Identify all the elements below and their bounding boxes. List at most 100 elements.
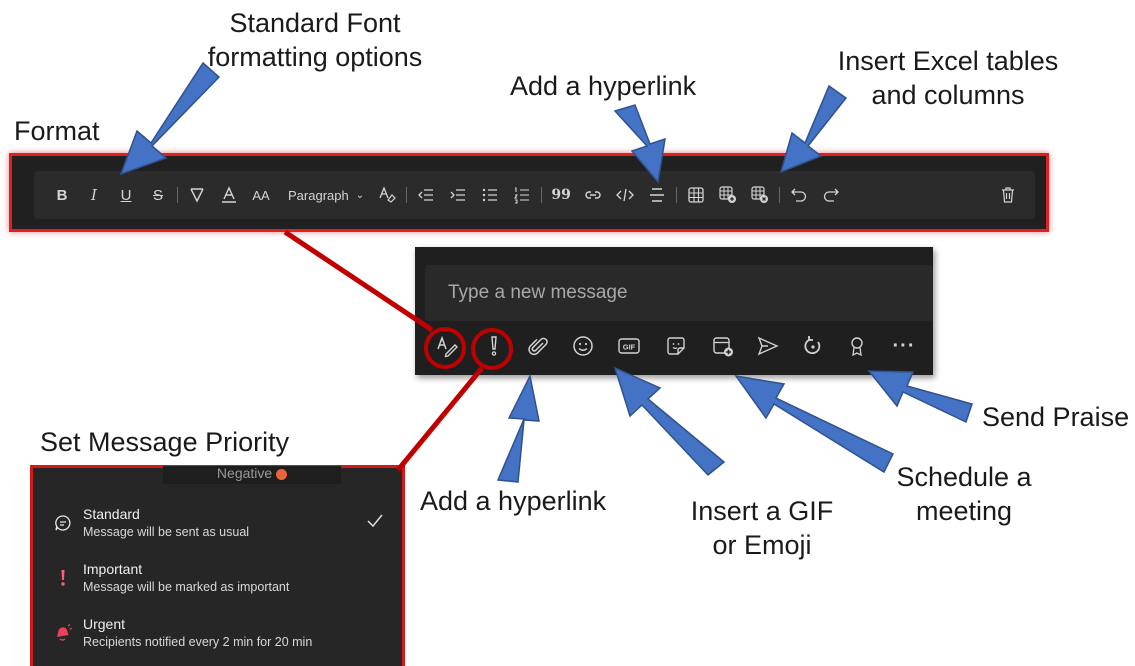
send-outline-icon	[757, 336, 779, 356]
label-send-praise: Send Praise	[982, 402, 1130, 432]
clear-formatting-icon	[379, 186, 396, 203]
table-delete-icon	[751, 186, 769, 203]
decrease-indent-icon	[418, 189, 434, 201]
bulleted-list-button[interactable]	[477, 181, 503, 209]
praise-button[interactable]	[840, 329, 874, 363]
sticker-button[interactable]	[659, 329, 693, 363]
set-priority-button[interactable]	[477, 329, 511, 363]
insert-link-button[interactable]	[580, 181, 606, 209]
format-toolbar-highlight: B I U S AA Paragraph ⌄ 99	[9, 153, 1049, 232]
code-snippet-button[interactable]	[612, 181, 638, 209]
priority-option-description: Recipients notified every 2 min for 20 m…	[83, 635, 313, 649]
toolbar-divider	[541, 187, 543, 203]
checkmark-icon	[367, 514, 383, 528]
paragraph-dropdown[interactable]: Paragraph ⌄	[288, 188, 364, 203]
trash-icon	[1002, 187, 1014, 203]
priority-option-description: Message will be marked as important	[83, 580, 290, 594]
label-insert-excel: Insert Excel tables and columns	[815, 44, 1081, 112]
italic-icon: I	[91, 186, 97, 204]
priority-option-important[interactable]: Important Message will be marked as impo…	[51, 560, 391, 610]
quote-button[interactable]: 99	[548, 181, 574, 209]
undo-button[interactable]	[786, 181, 812, 209]
underline-icon: U	[120, 186, 132, 204]
emoji-icon	[573, 336, 593, 356]
calendar-add-icon	[713, 337, 733, 357]
arrow-gif-emoji	[613, 366, 726, 477]
arrow-send-praise	[867, 370, 973, 424]
label-insert-gif: Insert a GIF or Emoji	[672, 494, 852, 562]
format-button[interactable]	[430, 329, 464, 363]
praise-ribbon-icon	[851, 337, 863, 357]
loop-button[interactable]	[796, 329, 830, 363]
loop-icon	[804, 336, 821, 355]
compose-box: Type a new message GIF ···	[415, 247, 933, 375]
clear-formatting-button[interactable]	[374, 181, 400, 209]
priority-option-urgent[interactable]: Urgent Recipients notified every 2 min f…	[51, 615, 391, 665]
highlight-button[interactable]	[184, 181, 210, 209]
insert-table-button[interactable]	[683, 181, 709, 209]
label-insert-gif-line2: or Emoji	[712, 530, 812, 560]
sticker-icon	[667, 337, 685, 355]
discard-button[interactable]	[995, 181, 1021, 209]
font-color-button[interactable]	[216, 181, 242, 209]
label-set-priority: Set Message Priority	[40, 427, 290, 457]
priority-menu-header-text: Negative	[216, 466, 273, 481]
gif-icon: GIF	[618, 338, 640, 354]
table-add-icon	[719, 186, 737, 203]
strikethrough-button[interactable]: S	[145, 181, 171, 209]
arrow-hyperlink-bottom	[496, 373, 540, 483]
italic-button[interactable]: I	[81, 181, 107, 209]
redo-icon	[823, 188, 840, 202]
font-size-icon: AA	[252, 187, 270, 203]
format-toolbar: B I U S AA Paragraph ⌄ 99	[34, 171, 1035, 219]
arrow-schedule-meeting	[734, 374, 895, 474]
toolbar-divider	[406, 187, 408, 203]
label-insert-excel-line1: Insert Excel tables	[837, 46, 1059, 76]
strikethrough-icon: S	[152, 186, 163, 204]
ellipsis-icon: ···	[892, 334, 916, 357]
priority-option-description: Message will be sent as usual	[83, 525, 250, 539]
numbered-list-icon	[514, 187, 530, 204]
undo-icon	[791, 188, 807, 202]
increase-indent-icon	[450, 189, 466, 201]
bell-urgent-icon	[57, 624, 73, 641]
sentiment-dot-icon	[276, 468, 288, 480]
chevron-down-icon: ⌄	[355, 189, 365, 201]
schedule-meeting-button[interactable]	[706, 329, 740, 363]
underline-button[interactable]: U	[113, 181, 139, 209]
priority-option-title: Urgent	[83, 616, 126, 632]
toolbar-divider	[676, 187, 678, 203]
svg-text:GIF: GIF	[623, 343, 636, 352]
delete-table-button[interactable]	[747, 181, 773, 209]
font-size-button[interactable]: AA	[248, 181, 274, 209]
decrease-indent-button[interactable]	[413, 181, 439, 209]
link-icon	[585, 191, 601, 199]
message-input[interactable]: Type a new message	[425, 265, 933, 321]
priority-option-title: Standard	[83, 506, 140, 522]
code-icon	[616, 188, 635, 202]
stream-button[interactable]	[751, 329, 785, 363]
numbered-list-button[interactable]	[509, 181, 535, 209]
priority-menu: Negative Standard Message will be sent a…	[30, 465, 405, 666]
attach-button[interactable]	[521, 329, 555, 363]
insert-table-row-button[interactable]	[715, 181, 741, 209]
format-pen-icon	[437, 335, 458, 358]
emoji-button[interactable]	[566, 329, 600, 363]
toolbar-divider	[177, 187, 178, 203]
chat-bubble-icon	[55, 515, 71, 531]
bold-button[interactable]: B	[49, 181, 75, 209]
priority-option-title: Important	[83, 561, 143, 577]
redo-button[interactable]	[818, 181, 844, 209]
label-insert-excel-line2: and columns	[871, 80, 1025, 110]
priority-option-standard[interactable]: Standard Message will be sent as usual	[51, 505, 391, 555]
bulleted-list-icon	[482, 188, 498, 202]
more-options-button[interactable]: ···	[887, 329, 921, 363]
label-standard-font-line2: formatting options	[207, 42, 423, 72]
font-color-icon	[222, 186, 236, 203]
quote-icon: 99	[551, 187, 571, 203]
increase-indent-button[interactable]	[445, 181, 471, 209]
toolbar-divider	[779, 187, 781, 203]
paragraph-label: Paragraph	[288, 187, 349, 203]
horizontal-rule-button[interactable]	[644, 181, 670, 209]
gif-button[interactable]: GIF	[612, 329, 646, 363]
